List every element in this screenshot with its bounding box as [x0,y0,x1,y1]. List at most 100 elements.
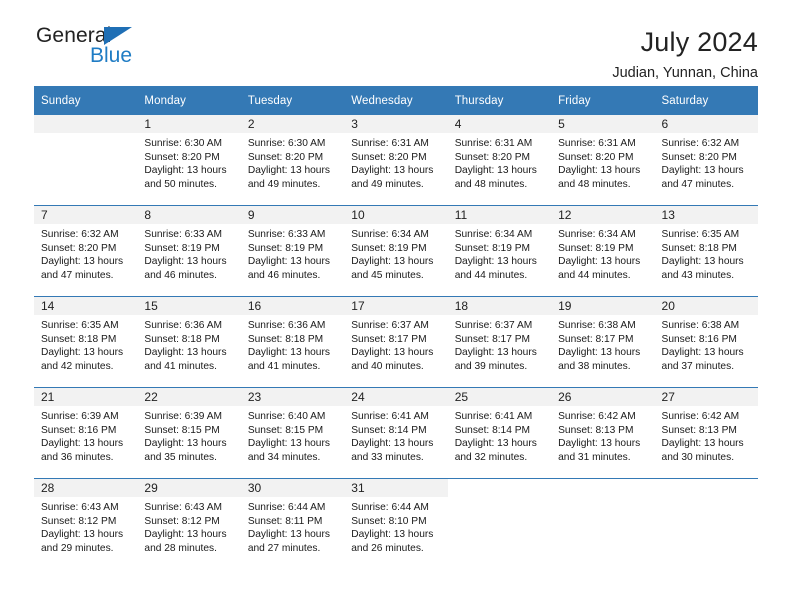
sun-info-line: and 49 minutes. [247,178,321,190]
calendar-day-cell[interactable]: 16 Sunrise: 6:36 AM Sunset: 8:18 PM Dayligh… [240,296,345,388]
sun-info-line: and 28 minutes. [144,542,217,554]
sun-info-line: Sunset: 8:20 PM [41,242,117,254]
calendar-day-cell[interactable]: 4 Sunrise: 6:31 AM Sunset: 8:20 PM Daylight… [447,115,552,206]
general-blue-logo[interactable]: General Blue [34,24,164,72]
sun-info: Sunrise: 6:33 AM Sunset: 8:19 PM Daylight:… [137,224,240,282]
calendar-page: General Blue July 2024 Judian, Yunnan, C… [0,0,792,612]
sun-info-line: and 47 minutes. [41,269,114,281]
weekday-header-friday: Friday [551,86,655,115]
day-number: 4 [447,115,552,133]
sun-info-line: and 29 minutes. [41,542,114,554]
sun-info: Sunrise: 6:32 AM Sunset: 8:20 PM Daylight:… [655,133,758,191]
sun-info-line: Sunrise: 6:31 AM [454,138,533,149]
sun-info-line: Daylight: 13 hours [41,438,124,450]
calendar-day-cell[interactable]: 19 Sunrise: 6:38 AM Sunset: 8:17 PM Dayligh… [551,296,655,388]
sun-info: Sunrise: 6:37 AM Sunset: 8:17 PM Daylight:… [448,315,551,373]
calendar-container: Sunday Monday Tuesday Wednesday Thursday Frid… [34,86,758,569]
sun-info: Sunrise: 6:42 AM Sunset: 8:13 PM Daylight:… [655,406,758,464]
sun-info-line: Sunrise: 6:44 AM [247,502,326,513]
calendar-day-cell[interactable]: 22 Sunrise: 6:39 AM Sunset: 8:15 PM Dayligh… [137,387,241,479]
sun-info-line: Daylight: 13 hours [144,347,227,359]
sun-info-line: Sunset: 8:18 PM [247,333,324,345]
weekday-header-tuesday: Tuesday [240,86,345,115]
calendar-week-row: 7 Sunrise: 6:32 AM Sunset: 8:20 PM Daylight… [34,205,758,297]
day-number: 25 [447,388,552,406]
calendar-day-cell[interactable]: 11 Sunrise: 6:34 AM Sunset: 8:19 PM Dayligh… [447,205,552,297]
calendar-day-cell[interactable]: 21 Sunrise: 6:39 AM Sunset: 8:16 PM Dayligh… [34,387,138,479]
calendar-day-cell[interactable]: 23 Sunrise: 6:40 AM Sunset: 8:15 PM Dayligh… [240,387,345,479]
sun-info-line: Sunset: 8:12 PM [144,515,220,527]
sun-info-line: Sunset: 8:20 PM [144,151,220,163]
sun-info-line: Daylight: 13 hours [454,347,537,359]
triangle-icon [104,27,132,45]
sun-info-line: Sunrise: 6:33 AM [144,229,223,240]
sun-info: Sunrise: 6:43 AM Sunset: 8:12 PM Daylight:… [137,497,240,555]
sun-info-line: and 40 minutes. [351,360,424,372]
calendar-day-cell[interactable]: 20 Sunrise: 6:38 AM Sunset: 8:16 PM Dayligh… [654,296,758,388]
sun-info-line: and 45 minutes. [351,269,424,281]
day-number: 29 [137,479,241,497]
day-number: 14 [34,297,138,315]
calendar-day-cell[interactable]: 15 Sunrise: 6:36 AM Sunset: 8:18 PM Dayligh… [137,296,241,388]
sun-info-line: Sunrise: 6:34 AM [454,229,533,240]
calendar-day-cell[interactable]: 26 Sunrise: 6:42 AM Sunset: 8:13 PM Dayligh… [551,387,655,479]
calendar-day-cell[interactable]: 13 Sunrise: 6:35 AM Sunset: 8:18 PM Dayligh… [654,205,758,297]
sun-info-line: Sunset: 8:10 PM [351,515,427,527]
calendar-day-cell[interactable]: 1 Sunrise: 6:30 AM Sunset: 8:20 PM Daylight… [137,115,241,206]
calendar-day-cell[interactable]: 27 Sunrise: 6:42 AM Sunset: 8:13 PM Dayligh… [654,387,758,479]
sun-info-line: Daylight: 13 hours [351,347,434,359]
sun-info-line: and 32 minutes. [454,451,528,463]
sun-info-line: Daylight: 13 hours [41,347,124,359]
calendar-day-cell[interactable]: 7 Sunrise: 6:32 AM Sunset: 8:20 PM Daylight… [34,205,138,297]
calendar-day-cell[interactable]: 14 Sunrise: 6:35 AM Sunset: 8:18 PM Dayligh… [34,296,138,388]
sun-info: Sunrise: 6:36 AM Sunset: 8:18 PM Daylight:… [137,315,240,373]
sun-info-line: Sunrise: 6:44 AM [351,502,429,513]
sun-info: Sunrise: 6:36 AM Sunset: 8:18 PM Daylight:… [241,315,344,373]
sun-info-line: Daylight: 13 hours [661,165,744,177]
weekday-header-sunday: Sunday [34,86,138,115]
day-number: 9 [240,206,345,224]
calendar-day-cell[interactable]: 17 Sunrise: 6:37 AM Sunset: 8:17 PM Dayligh… [344,296,448,388]
sun-info-line: and 48 minutes. [558,178,631,190]
sun-info-line: Daylight: 13 hours [661,256,744,268]
calendar-day-cell[interactable]: 30 Sunrise: 6:44 AM Sunset: 8:11 PM Dayligh… [240,478,345,569]
sun-info-line: Sunrise: 6:33 AM [247,229,326,240]
calendar-day-cell[interactable]: 28 Sunrise: 6:43 AM Sunset: 8:12 PM Dayligh… [34,478,138,569]
sun-info-line: Daylight: 13 hours [558,165,641,177]
sun-info-line: Sunset: 8:13 PM [558,424,634,436]
calendar-day-cell[interactable]: 2 Sunrise: 6:30 AM Sunset: 8:20 PM Daylight… [240,115,345,206]
calendar-day-cell[interactable]: 18 Sunrise: 6:37 AM Sunset: 8:17 PM Dayligh… [447,296,552,388]
calendar-day-cell[interactable]: 12 Sunrise: 6:34 AM Sunset: 8:19 PM Dayligh… [551,205,655,297]
sun-info-line: Daylight: 13 hours [247,347,330,359]
sun-info-line: Daylight: 13 hours [454,256,537,268]
day-number: 22 [137,388,241,406]
calendar-day-cell[interactable]: 31 Sunrise: 6:44 AM Sunset: 8:10 PM Dayligh… [344,478,448,569]
weekday-header-saturday: Saturday [654,86,758,115]
sun-info-line: Sunrise: 6:34 AM [351,229,429,240]
calendar-day-cell[interactable]: 25 Sunrise: 6:41 AM Sunset: 8:14 PM Dayligh… [447,387,552,479]
sun-info-line: Sunset: 8:20 PM [558,151,634,163]
calendar-day-cell[interactable]: 8 Sunrise: 6:33 AM Sunset: 8:19 PM Daylight… [137,205,241,297]
day-number: 24 [344,388,448,406]
calendar-day-cell[interactable]: 6 Sunrise: 6:32 AM Sunset: 8:20 PM Daylight… [654,115,758,206]
day-number: 27 [654,388,758,406]
calendar-day-cell[interactable]: 24 Sunrise: 6:41 AM Sunset: 8:14 PM Dayligh… [344,387,448,479]
sun-info-line: Sunrise: 6:31 AM [351,138,429,149]
calendar-day-cell[interactable]: 10 Sunrise: 6:34 AM Sunset: 8:19 PM Dayligh… [344,205,448,297]
sun-info: Sunrise: 6:37 AM Sunset: 8:17 PM Daylight:… [344,315,447,373]
sun-info-line: Daylight: 13 hours [247,256,330,268]
sun-info-line: Sunset: 8:11 PM [247,515,323,527]
sun-info-line: and 38 minutes. [558,360,631,372]
weekday-header-monday: Monday [137,86,241,115]
sun-info: Sunrise: 6:41 AM Sunset: 8:14 PM Daylight:… [344,406,447,464]
sun-info-line: Daylight: 13 hours [558,256,641,268]
weekday-header-wednesday: Wednesday [344,86,448,115]
calendar-day-cell[interactable]: 3 Sunrise: 6:31 AM Sunset: 8:20 PM Daylight… [344,115,448,206]
calendar-day-cell[interactable]: 29 Sunrise: 6:43 AM Sunset: 8:12 PM Dayligh… [137,478,241,569]
sun-info-line: and 37 minutes. [661,360,735,372]
sun-info-line: Sunrise: 6:38 AM [558,320,636,331]
calendar-day-cell[interactable]: 9 Sunrise: 6:33 AM Sunset: 8:19 PM Daylight… [240,205,345,297]
sun-info-line: Sunset: 8:17 PM [351,333,427,345]
calendar-day-cell[interactable]: 5 Sunrise: 6:31 AM Sunset: 8:20 PM Daylight… [551,115,655,206]
sun-info-line: Daylight: 13 hours [351,438,434,450]
